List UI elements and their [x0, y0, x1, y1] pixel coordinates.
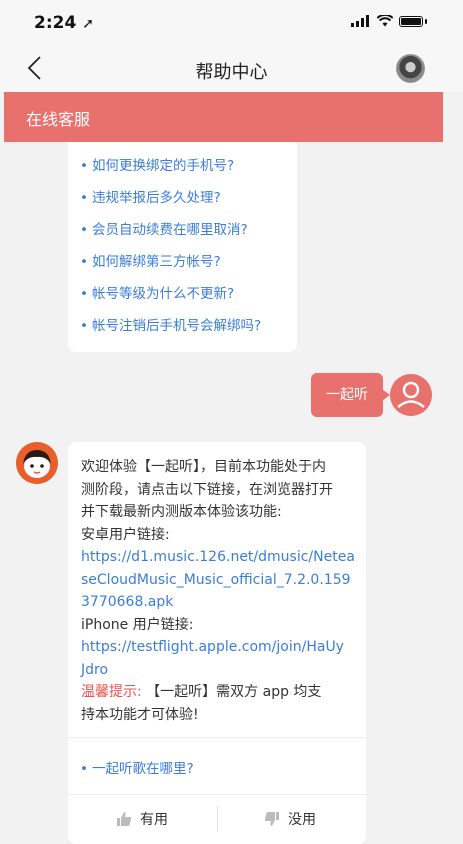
android-link[interactable]: 3770668.apk: [81, 591, 359, 614]
battery-icon: [399, 15, 423, 27]
avatar[interactable]: [396, 54, 425, 83]
faq-question[interactable]: 违规举报后多久处理?: [80, 186, 221, 206]
faq-question[interactable]: 帐号等级为什么不更新?: [80, 282, 234, 302]
banner-label: 在线客服: [26, 110, 91, 129]
user-avatar-icon: [390, 374, 432, 416]
signal-icon: [351, 15, 371, 27]
faq-question[interactable]: 会员自动续费在哪里取消?: [80, 218, 248, 238]
android-link[interactable]: seCloudMusic_Music_official_7.2.0.159: [81, 569, 359, 592]
tip-label: 温馨提示:: [81, 684, 142, 700]
thumbs-up-icon: [117, 812, 132, 826]
feedback-divider: [217, 806, 218, 832]
tip-line: 温馨提示: 【一起听】需双方 app 均支: [81, 684, 322, 700]
iphone-link[interactable]: https://testflight.apple.com/join/HaUy: [81, 636, 359, 659]
faq-question[interactable]: 帐号注销后手机号会解绑吗?: [80, 314, 261, 334]
nav-bar: 帮助中心: [0, 46, 463, 92]
page-title: 帮助中心: [195, 62, 268, 83]
divider: [68, 737, 366, 738]
user-message-bubble: 一起听: [311, 373, 390, 417]
useless-button[interactable]: 没用: [264, 809, 316, 829]
answer-text: 欢迎体验【一起听】，目前本功能处于内 测阶段，请点击以下链接，在浏览器打开 并下…: [81, 456, 359, 726]
faq-question[interactable]: 如何解绑第三方帐号?: [80, 250, 221, 270]
android-link[interactable]: https://d1.music.126.net/dmusic/Netea: [81, 546, 359, 569]
online-service-banner: 在线客服: [4, 92, 443, 142]
related-question[interactable]: 一起听歌在哪里?: [80, 757, 194, 777]
answer-card: 欢迎体验【一起听】，目前本功能处于内 测阶段，请点击以下链接，在浏览器打开 并下…: [68, 442, 366, 844]
location-arrow-icon: ➚: [82, 16, 94, 32]
service-avatar-icon: [16, 442, 58, 484]
faq-question[interactable]: 如何更换绑定的手机号?: [80, 154, 234, 174]
useful-button[interactable]: 有用: [116, 809, 168, 829]
status-bar: 2:24 ➚: [0, 0, 463, 46]
iphone-label: iPhone 用户链接:: [81, 616, 194, 633]
thumbs-down-icon: [264, 812, 279, 826]
status-time: 2:24 ➚: [34, 13, 94, 33]
iphone-link[interactable]: Jdro: [81, 659, 359, 682]
faq-card: 如何更换绑定的手机号? 违规举报后多久处理? 会员自动续费在哪里取消? 如何解绑…: [68, 142, 297, 352]
wifi-icon: [377, 15, 393, 27]
divider: [68, 794, 366, 795]
